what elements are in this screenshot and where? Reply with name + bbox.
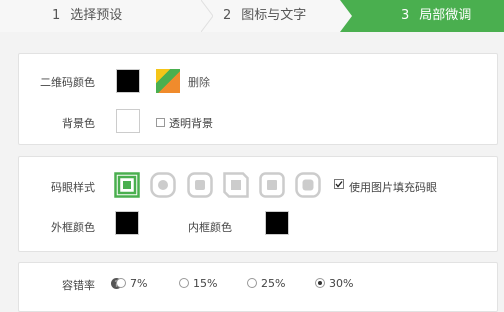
ecc-radio-30[interactable] [315,278,325,288]
use-image-label: 使用图片填充码眼 [349,181,437,194]
qr-color-swatch[interactable] [116,69,140,93]
inner-frame-label: 内框颜色 [188,221,232,234]
transparent-bg-checkbox[interactable] [156,118,165,127]
eye-style-soft[interactable] [295,172,321,198]
step-3-number: 3 [401,8,410,23]
step-2-label: 图标与文字 [241,8,307,23]
ecc-panel: 容错率 ? 7% 15% 25% 30% [18,262,498,312]
eye-style-rounded[interactable] [187,172,213,198]
ecc-label: 容错率 [62,279,95,292]
ecc-radio-15[interactable] [179,278,189,288]
step-3[interactable]: 3 局部微调 [401,0,471,32]
inner-frame-swatch[interactable] [265,211,289,235]
eye-style-label: 码眼样式 [51,181,95,194]
step-2[interactable]: 2 图标与文字 [223,0,306,32]
ecc-option-7-label: 7% [130,277,148,290]
gradient-color-swatch[interactable] [156,69,180,93]
eye-panel: 码眼样式 使用图片填充码眼 外框颜色 内框颜色 [18,156,498,252]
eye-style-square[interactable] [114,172,140,198]
step-1[interactable]: 1 选择预设 [52,0,122,32]
step-1-number: 1 [52,8,61,23]
use-image-checkbox[interactable] [334,179,344,189]
step-divider-2 [340,0,352,32]
ecc-option-15-label: 15% [193,277,218,290]
color-panel: 二维码颜色 删除 背景色 透明背景 [18,53,498,145]
eye-style-circle[interactable] [150,172,176,198]
step-3-label: 局部微调 [419,8,472,23]
outer-frame-swatch[interactable] [115,211,139,235]
bg-color-label: 背景色 [62,117,95,130]
ecc-radio-25[interactable] [247,278,257,288]
step-1-label: 选择预设 [70,8,123,23]
step-divider-1 [201,0,213,32]
step-2-number: 2 [223,8,232,23]
ecc-radio-7[interactable] [116,278,126,288]
outer-frame-label: 外框颜色 [51,221,95,234]
eye-style-notch[interactable] [223,172,249,198]
eye-style-rounded-2[interactable] [259,172,285,198]
step-bar: 1 选择预设 2 图标与文字 3 局部微调 [0,0,504,32]
bg-color-swatch[interactable] [116,109,140,133]
delete-link[interactable]: 删除 [188,74,210,90]
ecc-option-30-label: 30% [329,277,354,290]
ecc-option-25-label: 25% [261,277,286,290]
transparent-bg-label: 透明背景 [169,117,213,130]
qr-color-label: 二维码颜色 [40,76,95,89]
